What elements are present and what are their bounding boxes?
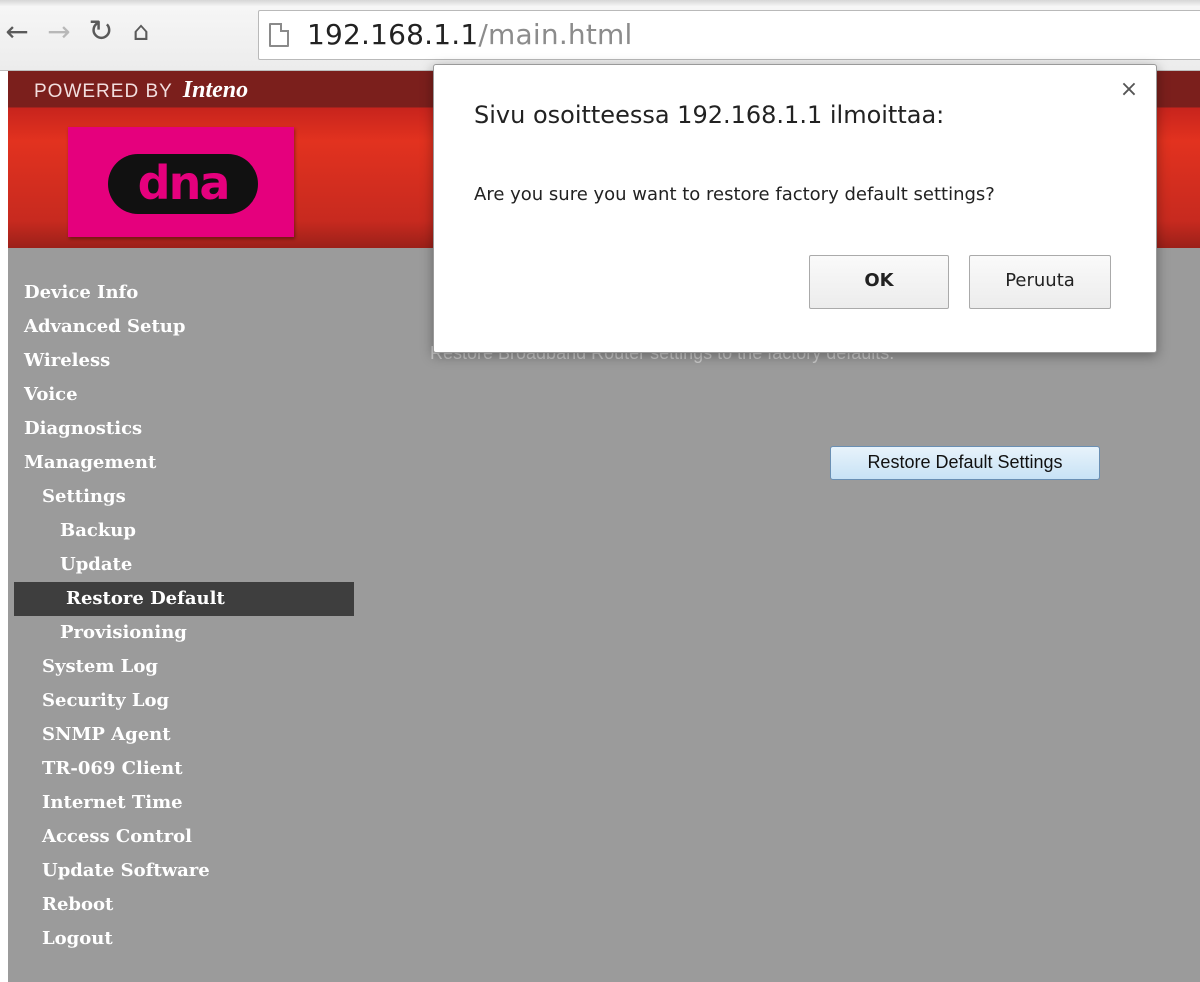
sidebar-item-voice[interactable]: Voice [8,378,348,412]
dialog-message: Are you sure you want to restore factory… [474,184,995,205]
ok-button[interactable]: OK [809,255,949,309]
sidebar-item-restore-default[interactable]: Restore Default [14,582,354,616]
sidebar-item-wireless[interactable]: Wireless [8,344,348,378]
reload-icon[interactable]: ↻ [86,16,116,48]
sidebar-item-security-log[interactable]: Security Log [8,684,348,718]
sidebar-item-snmp-agent[interactable]: SNMP Agent [8,718,348,752]
browser-toolbar: ← → ↻ ⌂ 192.168.1.1/main.html [0,0,1200,71]
sidebar-item-settings[interactable]: Settings [8,480,348,514]
sidebar-item-system-log[interactable]: System Log [8,650,348,684]
sidebar-item-update[interactable]: Update [8,548,348,582]
close-icon[interactable]: × [1118,79,1140,101]
url-path: /main.html [478,18,633,51]
sidebar-item-access-control[interactable]: Access Control [8,820,348,854]
sidebar-item-backup[interactable]: Backup [8,514,348,548]
confirm-dialog: Sivu osoitteessa 192.168.1.1 ilmoittaa: … [433,64,1157,353]
restore-default-settings-button[interactable]: Restore Default Settings [830,446,1100,480]
dna-logo-text: dna [108,154,258,214]
tab-strip [0,0,1200,6]
inteno-brand: Inteno [182,77,249,103]
url-text[interactable]: 192.168.1.1/main.html [307,17,633,53]
powered-by-label: POWERED BY Inteno [34,77,248,104]
sidebar-item-provisioning[interactable]: Provisioning [8,616,348,650]
sidebar-item-management[interactable]: Management [8,446,348,480]
sidebar-menu: Device Info Advanced Setup Wireless Voice Di… [8,276,354,956]
dialog-title: Sivu osoitteessa 192.168.1.1 ilmoittaa: [474,101,945,129]
sidebar-item-advanced-setup[interactable]: Advanced Setup [8,310,348,344]
back-arrow-icon[interactable]: ← [2,16,32,48]
sidebar-item-device-info[interactable]: Device Info [8,276,348,310]
powered-by-text: POWERED BY [34,81,173,102]
sidebar-item-tr-069-client[interactable]: TR-069 Client [8,752,348,786]
sidebar-item-reboot[interactable]: Reboot [8,888,348,922]
sidebar-item-logout[interactable]: Logout [8,922,348,956]
address-bar[interactable]: 192.168.1.1/main.html [258,10,1200,60]
url-host: 192.168.1.1 [307,18,479,51]
sidebar-item-diagnostics[interactable]: Diagnostics [8,412,348,446]
sidebar-item-internet-time[interactable]: Internet Time [8,786,348,820]
sidebar-item-update-software[interactable]: Update Software [8,854,348,888]
cancel-button[interactable]: Peruuta [969,255,1111,309]
home-icon[interactable]: ⌂ [126,16,156,48]
dna-logo: dna [68,127,294,237]
page-icon [269,23,289,47]
forward-arrow-icon[interactable]: → [44,16,74,48]
